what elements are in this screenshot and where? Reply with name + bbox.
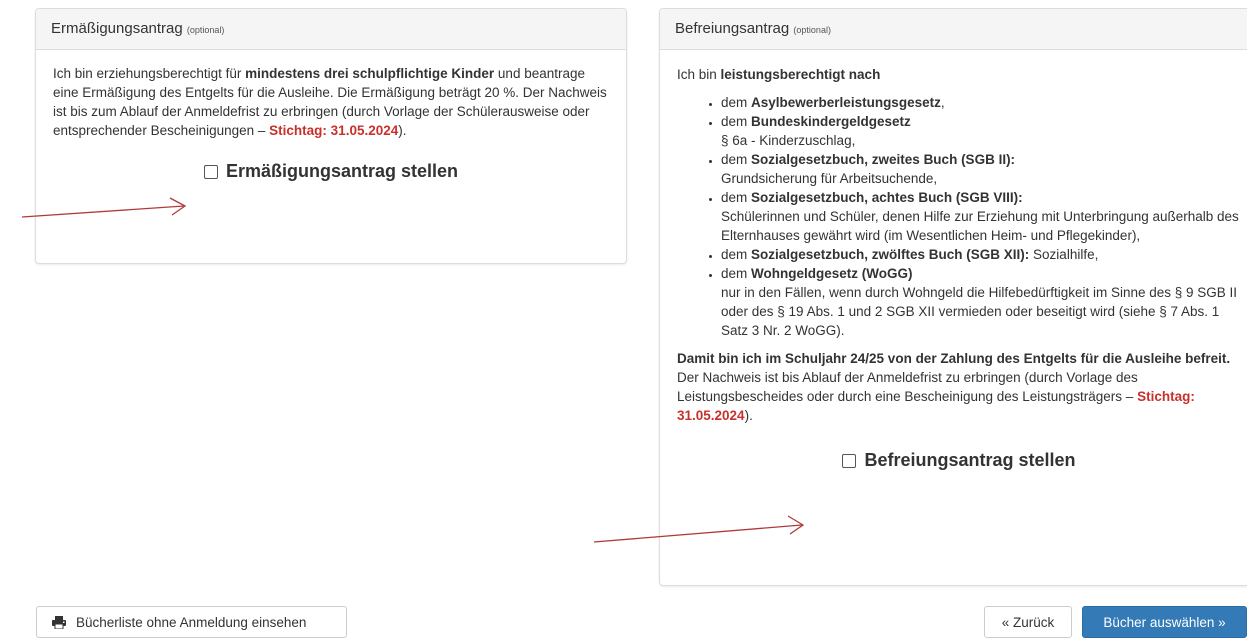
- benefit-item-prefix: dem: [721, 247, 752, 262]
- benefit-item-law: Wohngeldgesetz (WoGG): [751, 266, 913, 281]
- exemption-outro-end: ).: [744, 408, 753, 423]
- benefit-item-prefix: dem: [721, 152, 752, 167]
- printer-icon: [52, 615, 66, 629]
- select-books-label: Bücher auswählen »: [1103, 614, 1226, 630]
- exemption-panel: Befreiungsantrag (optional) Ich bin leis…: [659, 8, 1247, 586]
- reduction-panel: Ermäßigungsantrag (optional) Ich bin erz…: [35, 8, 627, 264]
- benefit-item: dem Sozialgesetzbuch, zweites Buch (SGB …: [721, 150, 1241, 188]
- benefit-item: dem Asylbewerberleistungsgesetz,: [721, 93, 1241, 112]
- view-book-list-label: Bücherliste ohne Anmeldung einsehen: [76, 614, 307, 630]
- benefit-item-after: Sozialhilfe,: [1029, 247, 1099, 262]
- benefit-item-law: Sozialgesetzbuch, zwölftes Buch (SGB XII…: [751, 247, 1030, 262]
- reduction-text-3: ).: [398, 123, 407, 138]
- reduction-panel-heading: Ermäßigungsantrag (optional): [36, 9, 626, 50]
- benefit-item-law: Sozialgesetzbuch, achtes Buch (SGB VIII)…: [751, 190, 1023, 205]
- exemption-outro-bold: Damit bin ich im Schuljahr 24/25 von der…: [677, 351, 1231, 366]
- exemption-panel-body: Ich bin leistungsberechtigt nach dem Asy…: [660, 50, 1247, 470]
- benefit-item-law: Bundeskindergeldgesetz: [751, 114, 911, 129]
- exemption-checkbox[interactable]: [842, 453, 857, 468]
- benefit-item-prefix: dem: [721, 190, 752, 205]
- benefit-item-detail: Schülerinnen und Schüler, denen Hilfe zu…: [721, 209, 1239, 243]
- reduction-checkbox[interactable]: [203, 164, 218, 179]
- reduction-deadline: Stichtag: 31.05.2024: [269, 123, 399, 138]
- view-book-list-button[interactable]: Bücherliste ohne Anmeldung einsehen: [36, 606, 347, 638]
- reduction-panel-title: Ermäßigungsantrag: [51, 20, 183, 37]
- benefit-item-prefix: dem: [721, 266, 752, 281]
- exemption-panel-heading: Befreiungsantrag (optional): [660, 9, 1247, 50]
- benefit-item-detail: nur in den Fällen, wenn durch Wohngeld d…: [721, 285, 1238, 338]
- benefit-item-after: ,: [940, 95, 945, 110]
- benefit-item: dem Wohngeldgesetz (WoGG) nur in den Fäll…: [721, 264, 1241, 340]
- reduction-panel-optional-note: (optional): [186, 25, 225, 35]
- benefit-item: dem Bundeskindergeldgesetz § 6a - Kinderz…: [721, 112, 1241, 150]
- reduction-checkbox-row[interactable]: Ermäßigungsantrag stellen: [53, 162, 609, 181]
- reduction-text-bold: mindestens drei schulpflichtige Kinder: [245, 66, 495, 81]
- exemption-checkbox-label[interactable]: Befreiungsantrag stellen: [864, 451, 1075, 470]
- benefit-item-law: Asylbewerberleistungsgesetz: [751, 95, 941, 110]
- exemption-intro-text: Ich bin: [677, 67, 721, 82]
- back-button-label: « Zurück: [1001, 614, 1055, 630]
- benefit-list: dem Asylbewerberleistungsgesetz, dem Bun…: [677, 93, 1241, 340]
- exemption-intro: Ich bin leistungsberechtigt nach: [677, 65, 1241, 84]
- reduction-description: Ich bin erziehungsberechtigt für mindest…: [53, 64, 609, 140]
- benefit-item: dem Sozialgesetzbuch, zwölftes Buch (SGB…: [721, 245, 1241, 264]
- benefit-item-prefix: dem: [721, 95, 752, 110]
- exemption-outro: Damit bin ich im Schuljahr 24/25 von der…: [677, 349, 1241, 425]
- exemption-panel-optional-note: (optional): [793, 25, 831, 35]
- benefit-item: dem Sozialgesetzbuch, achtes Buch (SGB V…: [721, 188, 1241, 245]
- benefit-item-detail: § 6a - Kinderzuschlag,: [721, 133, 856, 148]
- exemption-panel-title: Befreiungsantrag: [675, 20, 790, 37]
- reduction-checkbox-label[interactable]: Ermäßigungsantrag stellen: [226, 162, 458, 181]
- reduction-text-1: Ich bin erziehungsberechtigt für: [53, 66, 246, 81]
- back-button[interactable]: « Zurück: [984, 606, 1072, 638]
- select-books-button[interactable]: Bücher auswählen »: [1082, 606, 1247, 638]
- exemption-intro-bold: leistungsberechtigt nach: [720, 67, 881, 82]
- reduction-panel-body: Ich bin erziehungsberechtigt für mindest…: [36, 50, 626, 181]
- exemption-checkbox-row[interactable]: Befreiungsantrag stellen: [677, 451, 1241, 470]
- benefit-item-prefix: dem: [721, 114, 752, 129]
- exemption-outro-text: Der Nachweis ist bis Ablauf der Anmeldef…: [677, 370, 1138, 404]
- benefit-item-law: Sozialgesetzbuch, zweites Buch (SGB II):: [751, 152, 1016, 167]
- benefit-item-detail: Grundsicherung für Arbeitsuchende,: [721, 171, 938, 186]
